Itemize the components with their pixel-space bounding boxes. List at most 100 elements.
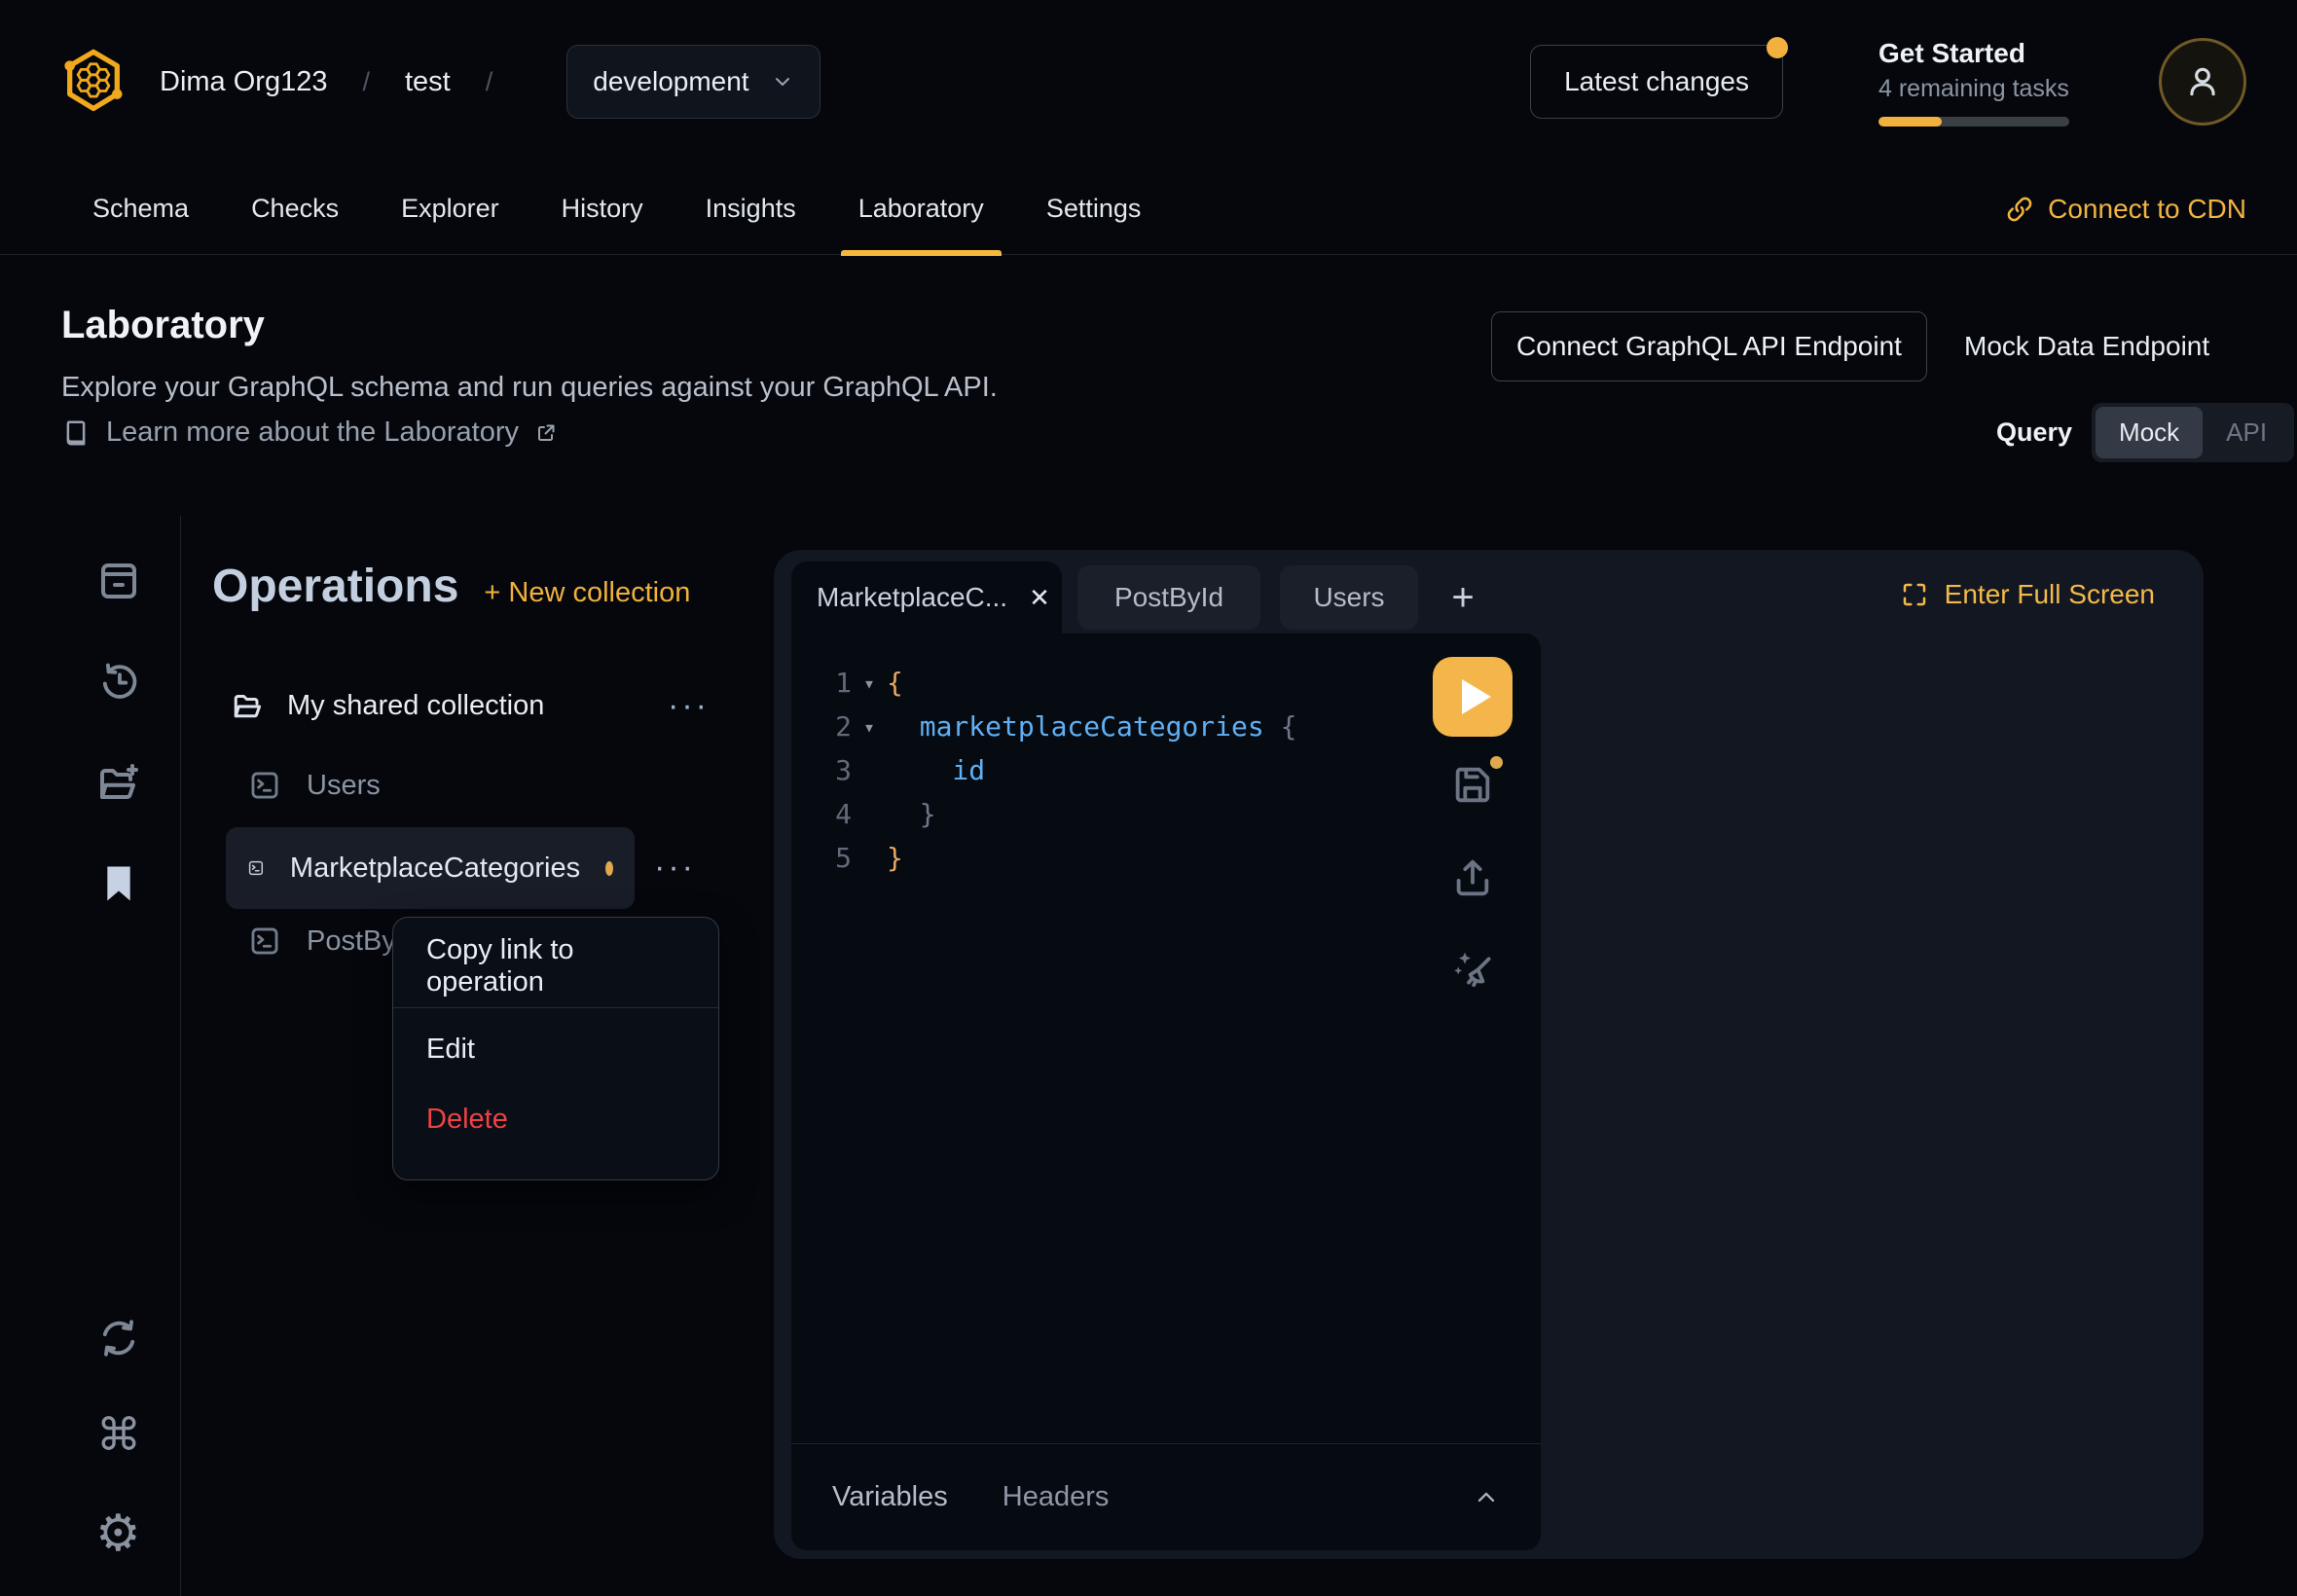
get-started-widget[interactable]: Get Started 4 remaining tasks <box>1878 38 2069 127</box>
collection-name: My shared collection <box>287 690 544 722</box>
operations-header: Operations + New collection <box>212 560 690 613</box>
rail-divider <box>180 516 181 1596</box>
open-folder-icon <box>231 689 266 724</box>
share-upload-icon <box>1450 855 1495 900</box>
run-query-button[interactable] <box>1433 657 1513 737</box>
operation-icon <box>247 852 265 885</box>
enter-fullscreen-label: Enter Full Screen <box>1945 579 2155 610</box>
menu-item-delete[interactable]: Delete <box>393 1084 718 1154</box>
fold-toggle-icon[interactable]: ▾ <box>852 671 887 695</box>
share-operation-button[interactable] <box>1450 855 1495 900</box>
variant-dropdown[interactable]: development <box>566 45 820 119</box>
code-line: 4 } <box>791 792 1541 836</box>
code-line: 3 id <box>791 748 1541 792</box>
mock-data-endpoint-button[interactable]: Mock Data Endpoint <box>1964 331 2209 362</box>
tab-history[interactable]: History <box>562 163 643 255</box>
external-link-icon <box>534 421 558 445</box>
top-header: Dima Org123 / test / development Latest … <box>0 0 2297 163</box>
page-title: Laboratory <box>61 304 265 347</box>
prettify-query-button[interactable] <box>1449 947 1496 994</box>
app-root: Dima Org123 / test / development Latest … <box>0 0 2297 1596</box>
editor-tab-marketplacec-active[interactable]: MarketplaceC... ✕ <box>791 562 1062 634</box>
menu-item-copy-link[interactable]: Copy link to operation <box>393 931 718 1001</box>
operation-label: Users <box>307 770 381 802</box>
breadcrumb-org[interactable]: Dima Org123 <box>160 66 327 98</box>
new-folder-icon[interactable] <box>95 761 142 808</box>
menu-divider <box>393 1007 718 1008</box>
connect-to-cdn-link[interactable]: Connect to CDN <box>2005 194 2246 225</box>
variables-tab[interactable]: Variables <box>832 1481 948 1513</box>
save-operation-button[interactable] <box>1450 762 1495 807</box>
toggle-api-option[interactable]: API <box>2203 407 2290 458</box>
code-token: } <box>887 842 903 874</box>
book-icon <box>61 418 91 448</box>
editor-tab-label: MarketplaceC... <box>817 582 1007 613</box>
operation-more-options-icon[interactable]: ··· <box>654 849 696 887</box>
operation-label: MarketplaceCategories <box>290 852 580 885</box>
code-token: { <box>1264 710 1297 743</box>
mock-api-toggle: Mock API <box>2092 403 2294 462</box>
breadcrumb-graph[interactable]: test <box>405 66 451 98</box>
chevron-down-icon <box>771 70 794 93</box>
collection-more-options-icon[interactable]: ··· <box>668 687 710 725</box>
operation-icon <box>248 769 281 802</box>
bookmarks-icon[interactable] <box>99 862 138 905</box>
collapse-chevron-up-icon[interactable] <box>1473 1484 1500 1511</box>
code-line: 2 ▾ marketplaceCategories { <box>791 705 1541 748</box>
menu-item-edit[interactable]: Edit <box>393 1014 718 1084</box>
code-line: 5 } <box>791 836 1541 880</box>
tab-laboratory[interactable]: Laboratory <box>858 163 984 255</box>
save-icon <box>1450 762 1495 807</box>
get-started-progress-fill <box>1878 117 1942 127</box>
tab-insights[interactable]: Insights <box>706 163 796 255</box>
line-number: 1 <box>791 667 852 699</box>
close-tab-icon[interactable]: ✕ <box>1029 583 1050 613</box>
history-icon[interactable] <box>96 660 141 705</box>
operation-row-users[interactable]: Users <box>248 769 381 802</box>
learn-more-link[interactable]: Learn more about the Laboratory <box>61 417 558 449</box>
code-area[interactable]: 1 ▾ { 2 ▾ marketplaceCategories { 3 id 4 <box>791 634 1541 880</box>
graph-nav: Schema Checks Explorer History Insights … <box>0 163 2297 255</box>
variant-dropdown-label: development <box>593 66 748 97</box>
unsaved-changes-dot <box>1490 756 1503 769</box>
headers-tab[interactable]: Headers <box>1003 1481 1110 1513</box>
latest-changes-button[interactable]: Latest changes <box>1530 45 1783 119</box>
line-number: 5 <box>791 842 852 874</box>
learn-more-label: Learn more about the Laboratory <box>106 417 519 449</box>
breadcrumb-separator: / <box>362 67 370 97</box>
operation-row-marketplacecategories-selected[interactable]: MarketplaceCategories <box>226 827 635 909</box>
code-token: } <box>887 798 936 830</box>
editor-tab-postbyid[interactable]: PostById <box>1077 565 1260 630</box>
operation-collections-icon[interactable] <box>95 557 142 603</box>
tab-explorer[interactable]: Explorer <box>401 163 499 255</box>
settings-gear-icon[interactable]: ⚙ <box>95 1510 141 1557</box>
command-palette-icon[interactable]: ⌘ <box>96 1411 141 1458</box>
fold-toggle-icon[interactable]: ▾ <box>852 715 887 739</box>
editor-tab-users[interactable]: Users <box>1280 565 1418 630</box>
notification-dot <box>1767 37 1788 58</box>
operation-editor[interactable]: 1 ▾ { 2 ▾ marketplaceCategories { 3 id 4 <box>791 634 1541 1550</box>
tab-checks[interactable]: Checks <box>251 163 339 255</box>
play-icon <box>1462 679 1491 714</box>
link-icon <box>2005 195 2034 224</box>
tab-settings[interactable]: Settings <box>1046 163 1142 255</box>
tab-schema[interactable]: Schema <box>92 163 189 255</box>
sync-icon[interactable] <box>96 1316 141 1360</box>
connect-to-cdn-label: Connect to CDN <box>2048 194 2246 225</box>
add-tab-button[interactable]: + <box>1436 565 1490 630</box>
unsaved-changes-dot <box>605 861 613 876</box>
code-line: 1 ▾ { <box>791 661 1541 705</box>
code-token: id <box>887 754 985 786</box>
graphos-logo-icon[interactable] <box>60 46 127 118</box>
line-number: 4 <box>791 798 852 830</box>
enter-fullscreen-button[interactable]: Enter Full Screen <box>1900 579 2155 610</box>
latest-changes-label: Latest changes <box>1564 66 1749 97</box>
connect-graphql-endpoint-button[interactable]: Connect GraphQL API Endpoint <box>1491 311 1927 381</box>
collection-header[interactable]: My shared collection ··· <box>231 687 710 725</box>
code-token: { <box>887 667 903 699</box>
toggle-mock-option[interactable]: Mock <box>2096 407 2203 458</box>
get-started-progressbar <box>1878 117 2069 127</box>
user-avatar[interactable] <box>2159 38 2246 126</box>
new-collection-button[interactable]: + New collection <box>484 577 690 609</box>
person-icon <box>2184 63 2221 100</box>
